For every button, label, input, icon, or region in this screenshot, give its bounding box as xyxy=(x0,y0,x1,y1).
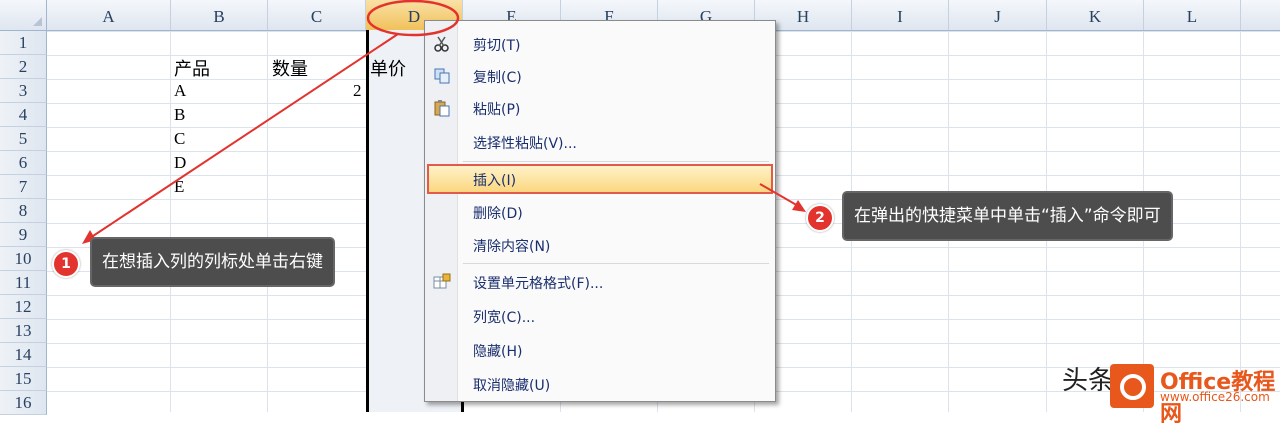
callout-1-text: 在想插入列的列标处单击右键 xyxy=(102,252,323,272)
step-1-badge: 1 xyxy=(52,250,80,278)
callout-2-arrowhead xyxy=(792,200,806,212)
column-d-highlight-circle xyxy=(366,0,460,37)
step-2-badge: 2 xyxy=(806,204,834,232)
watermark-text: 头条 xyxy=(1062,366,1115,396)
watermark-url: www.office26.com xyxy=(1160,390,1270,404)
office-logo-icon xyxy=(1110,364,1154,408)
callout-2-text: 在弹出的快捷菜单中单击“插入”命令即可 xyxy=(854,206,1161,226)
callout-1: 在想插入列的列标处单击右键 xyxy=(92,239,333,285)
callout-2: 在弹出的快捷菜单中单击“插入”命令即可 xyxy=(844,193,1171,239)
callout-1-pointer-line xyxy=(89,33,399,239)
callout-2-pointer-line xyxy=(759,183,801,208)
